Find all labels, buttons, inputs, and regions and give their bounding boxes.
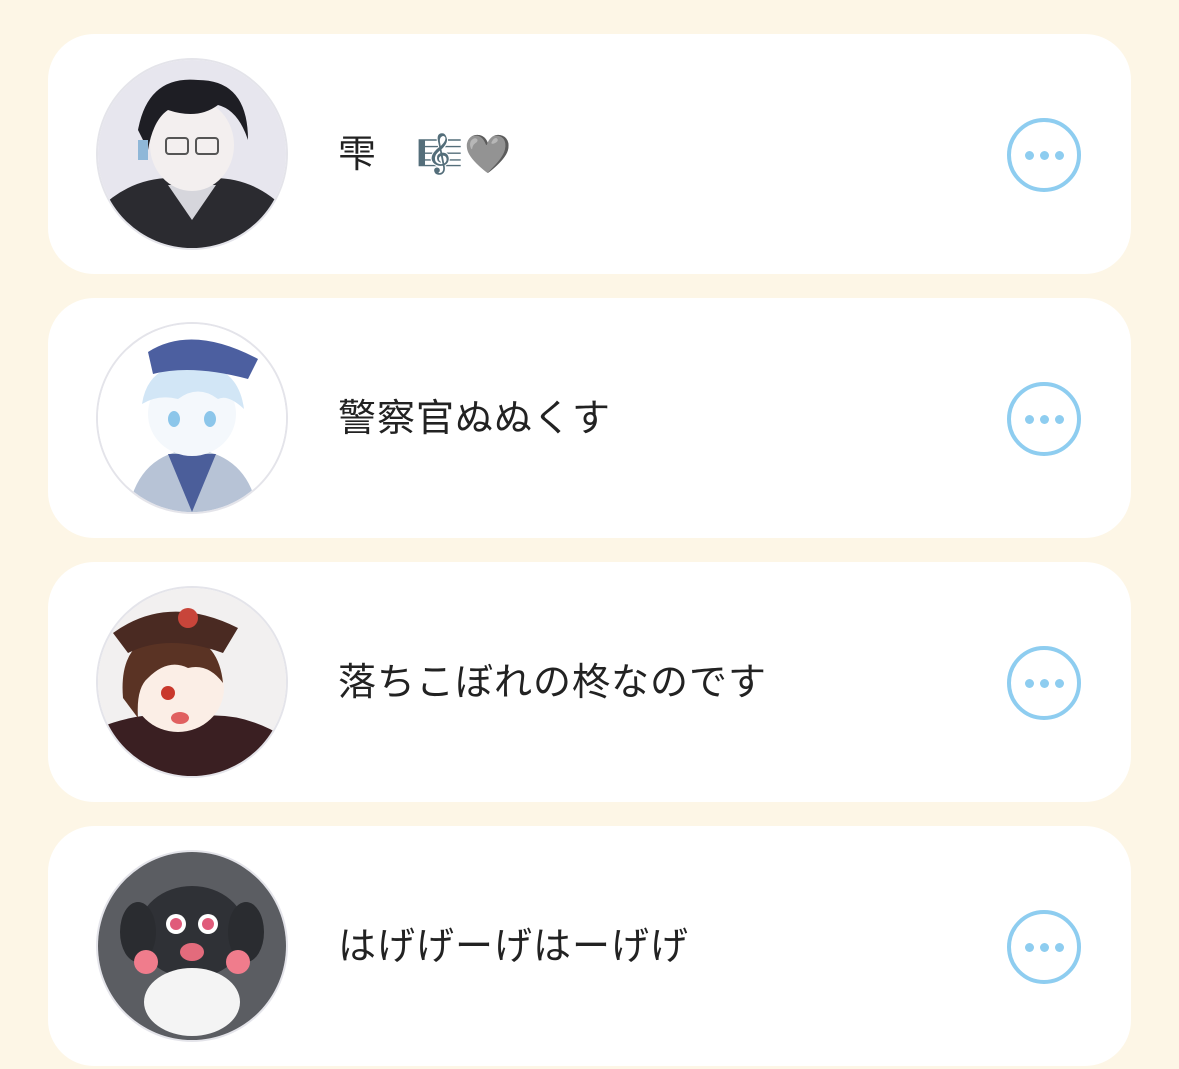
user-row[interactable]: 落ちこぼれの柊なのです bbox=[48, 562, 1131, 802]
user-row[interactable]: はげげーげはーげげ bbox=[48, 826, 1131, 1066]
user-list: 雫 🎼🩶 警察官ぬぬくす 落ちこぼれの柊なのです はげげーげはーげげ bbox=[0, 0, 1179, 1069]
user-name: 警察官ぬぬくす bbox=[338, 396, 612, 440]
avatar-boy-glasses-icon[interactable] bbox=[98, 60, 286, 248]
avatar-police-girl-icon[interactable] bbox=[98, 324, 286, 512]
avatar-puppy-icon[interactable] bbox=[98, 852, 286, 1040]
user-name: 落ちこぼれの柊なのです bbox=[338, 660, 768, 704]
more-horizontal-icon[interactable] bbox=[1007, 646, 1081, 720]
more-horizontal-icon[interactable] bbox=[1007, 910, 1081, 984]
more-horizontal-icon[interactable] bbox=[1007, 382, 1081, 456]
more-horizontal-icon[interactable] bbox=[1007, 118, 1081, 192]
user-name: 雫 🎼🩶 bbox=[338, 132, 513, 176]
user-row[interactable]: 雫 🎼🩶 bbox=[48, 34, 1131, 274]
user-row[interactable]: 警察官ぬぬくす bbox=[48, 298, 1131, 538]
avatar-girl-hat-icon[interactable] bbox=[98, 588, 286, 776]
user-name: はげげーげはーげげ bbox=[338, 924, 690, 968]
